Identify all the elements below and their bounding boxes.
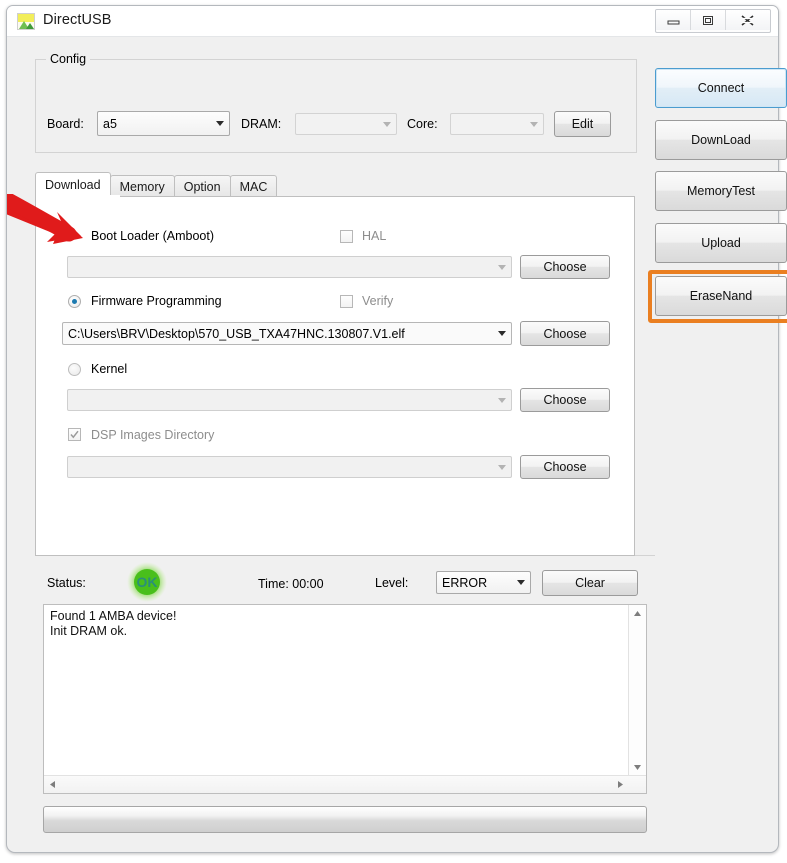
status-label: Status: bbox=[47, 576, 86, 590]
app-image-icon bbox=[17, 13, 35, 30]
board-combo-value: a5 bbox=[103, 116, 117, 131]
memory-test-button-label: MemoryTest bbox=[686, 184, 756, 198]
tab-option[interactable]: Option bbox=[173, 175, 231, 197]
chevron-down-icon bbox=[512, 573, 529, 592]
tab-mac[interactable]: MAC bbox=[229, 175, 278, 197]
memory-test-button[interactable]: MemoryTest bbox=[655, 171, 787, 211]
log-output-box[interactable]: Found 1 AMBA device! Init DRAM ok. bbox=[43, 604, 647, 794]
dsp-images-directory-checkbox[interactable] bbox=[68, 428, 81, 441]
config-legend: Config bbox=[46, 52, 91, 66]
level-combo[interactable]: ERROR bbox=[436, 571, 531, 594]
erase-nand-button[interactable]: EraseNand bbox=[655, 276, 787, 316]
chevron-down-icon bbox=[378, 115, 395, 133]
dsp-choose-label: Choose bbox=[543, 460, 587, 474]
dsp-choose-button[interactable]: Choose bbox=[520, 455, 610, 479]
maximize-icon[interactable] bbox=[691, 10, 726, 30]
boot-loader-choose-label: Choose bbox=[543, 260, 587, 274]
svg-text:OK: OK bbox=[137, 574, 158, 590]
scroll-down-icon[interactable] bbox=[629, 759, 645, 775]
edit-button-label: Edit bbox=[571, 117, 594, 131]
download-button[interactable]: DownLoad bbox=[655, 120, 787, 160]
upload-button-label: Upload bbox=[701, 236, 741, 250]
dsp-path-combo[interactable] bbox=[67, 456, 512, 478]
clear-button[interactable]: Clear bbox=[542, 570, 638, 596]
level-label: Level: bbox=[375, 576, 409, 590]
tab-mac-label: MAC bbox=[239, 179, 268, 194]
hal-checkbox[interactable] bbox=[340, 230, 353, 243]
log-horizontal-scrollbar[interactable] bbox=[44, 775, 646, 793]
firmware-path-combo[interactable]: C:\Users\BRV\Desktop\570_USB_TXA47HNC.13… bbox=[62, 322, 512, 345]
chevron-down-icon bbox=[493, 391, 510, 409]
connect-button-label: Connect bbox=[697, 81, 745, 95]
window-title: DirectUSB bbox=[43, 12, 112, 28]
time-label: Time: 00:00 bbox=[258, 577, 324, 591]
erase-nand-button-label: EraseNand bbox=[689, 289, 753, 303]
boot-loader-path-combo[interactable] bbox=[67, 256, 512, 278]
kernel-path-combo[interactable] bbox=[67, 389, 512, 411]
download-tab-panel bbox=[35, 196, 635, 556]
dsp-images-directory-label: DSP Images Directory bbox=[91, 428, 215, 442]
level-combo-value: ERROR bbox=[442, 575, 488, 590]
log-vertical-scrollbar[interactable] bbox=[628, 605, 646, 793]
verify-label: Verify bbox=[362, 294, 394, 308]
firmware-choose-label: Choose bbox=[543, 326, 587, 341]
firmware-programming-radio[interactable] bbox=[68, 295, 81, 308]
core-label: Core: bbox=[407, 117, 438, 131]
progress-bar bbox=[43, 806, 647, 833]
config-groupbox: Config bbox=[35, 52, 637, 153]
dram-label: DRAM: bbox=[241, 117, 282, 131]
tab-strip: Download Memory Option MAC bbox=[35, 172, 278, 197]
hal-label: HAL bbox=[362, 229, 387, 243]
title-bar: DirectUSB bbox=[7, 6, 778, 37]
kernel-choose-label: Choose bbox=[543, 393, 587, 407]
edit-button[interactable]: Edit bbox=[554, 111, 611, 137]
scroll-right-icon[interactable] bbox=[612, 776, 628, 792]
tab-download[interactable]: Download bbox=[35, 172, 111, 197]
kernel-label: Kernel bbox=[91, 362, 128, 376]
scroll-left-icon[interactable] bbox=[44, 776, 60, 792]
core-combo[interactable] bbox=[450, 113, 544, 135]
chevron-down-icon bbox=[525, 115, 542, 133]
log-text: Found 1 AMBA device! Init DRAM ok. bbox=[50, 609, 177, 638]
dram-combo[interactable] bbox=[295, 113, 397, 135]
tab-seam-mask bbox=[36, 195, 120, 198]
chevron-down-icon bbox=[493, 458, 510, 476]
firmware-programming-label: Firmware Programming bbox=[91, 294, 222, 308]
tab-download-label: Download bbox=[45, 178, 101, 192]
download-button-label: DownLoad bbox=[691, 133, 751, 147]
status-badge: OK bbox=[125, 562, 169, 602]
kernel-choose-button[interactable]: Choose bbox=[520, 388, 610, 412]
window-controls bbox=[655, 9, 771, 33]
tab-memory-label: Memory bbox=[119, 179, 165, 194]
boot-loader-label: Boot Loader (Amboot) bbox=[91, 229, 214, 243]
board-combo[interactable]: a5 bbox=[97, 111, 230, 136]
kernel-radio[interactable] bbox=[68, 363, 81, 376]
verify-checkbox[interactable] bbox=[340, 295, 353, 308]
firmware-path-value: C:\Users\BRV\Desktop\570_USB_TXA47HNC.13… bbox=[68, 326, 405, 341]
boot-loader-choose-button[interactable]: Choose bbox=[520, 255, 610, 279]
tab-memory[interactable]: Memory bbox=[109, 175, 175, 197]
connect-button[interactable]: Connect bbox=[655, 68, 787, 108]
chevron-down-icon bbox=[493, 324, 510, 343]
firmware-choose-button[interactable]: Choose bbox=[520, 321, 610, 346]
upload-button[interactable]: Upload bbox=[655, 223, 787, 263]
minimize-icon[interactable] bbox=[656, 10, 691, 30]
clear-button-label: Clear bbox=[575, 576, 605, 590]
scroll-up-icon[interactable] bbox=[629, 605, 645, 621]
board-label: Board: bbox=[47, 117, 84, 131]
tab-option-label: Option bbox=[183, 179, 221, 194]
chevron-down-icon bbox=[493, 258, 510, 276]
chevron-down-icon bbox=[211, 113, 228, 134]
application-window: DirectUSB Config Board: a5 DRAM: Core: E… bbox=[6, 5, 787, 853]
close-icon[interactable] bbox=[726, 10, 770, 30]
